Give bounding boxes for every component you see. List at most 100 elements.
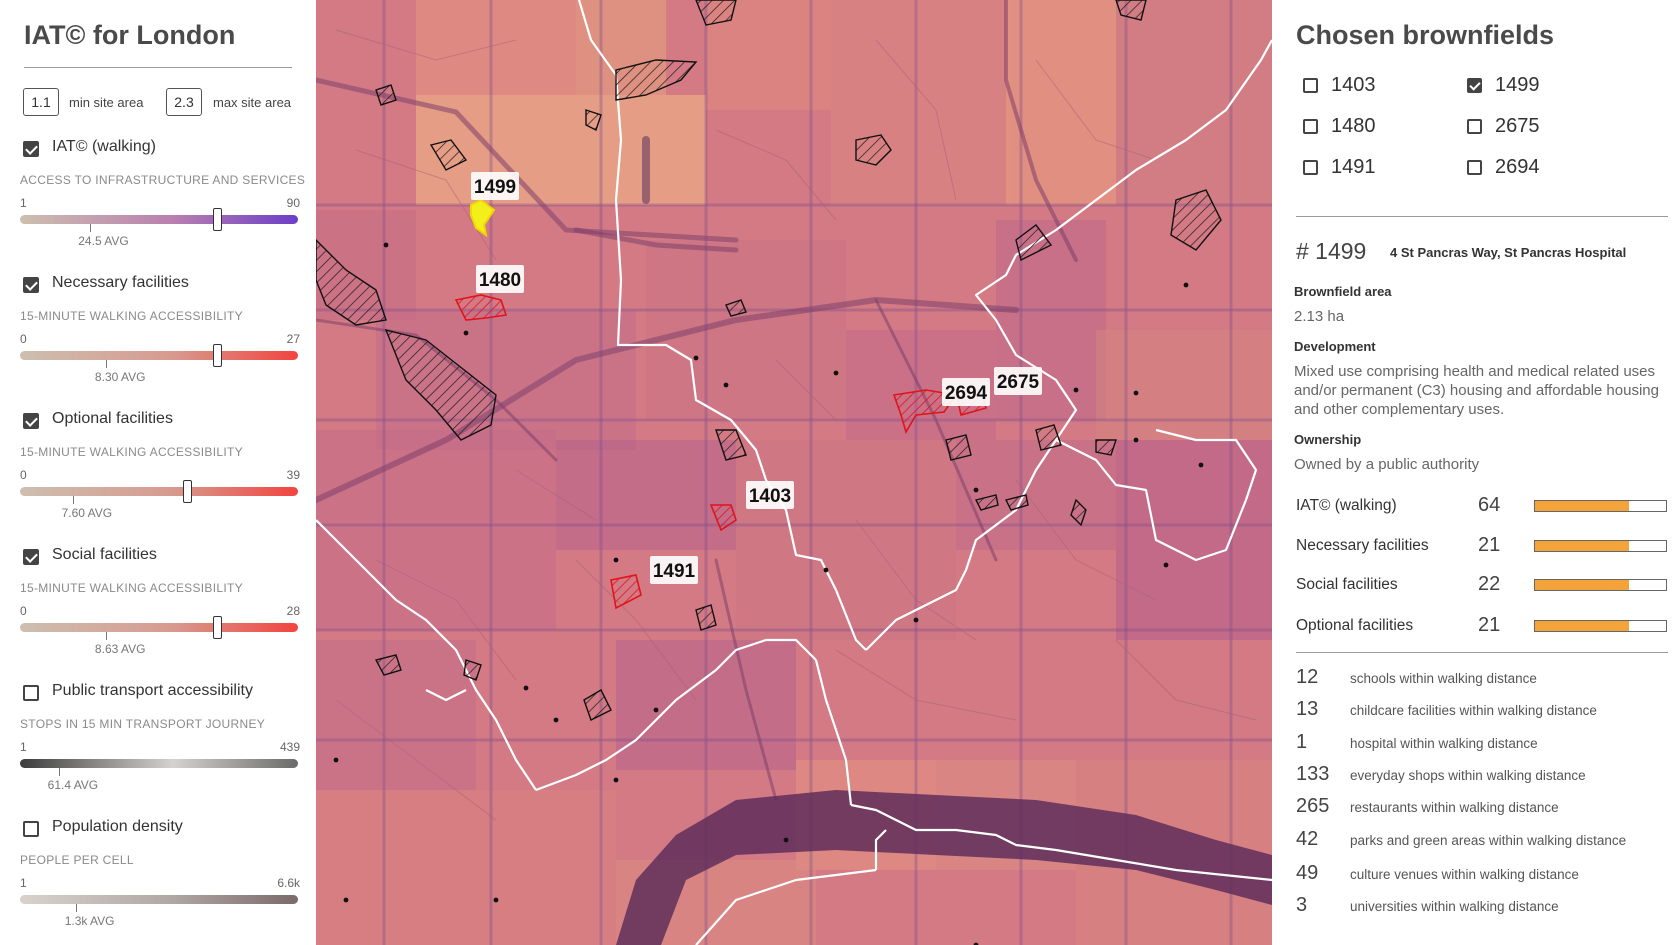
range-max: 439 [279,740,300,754]
brownfield-checkbox[interactable] [1467,78,1482,93]
range-max: 90 [286,196,300,210]
count-value: 49 [1296,862,1319,884]
divider [24,67,292,68]
layer-name[interactable]: Public transport accessibility [52,682,253,700]
range-max: 28 [286,604,300,618]
brownfield-checkbox[interactable] [1303,119,1318,134]
map-view[interactable]: 1499 1480 2694 2675 1403 1491 [316,0,1272,945]
count-value: 12 [1296,666,1319,688]
brownfield-item-1491[interactable]: 1491 [1303,156,1453,182]
metric-bar [1534,620,1667,632]
brownfield-checkbox[interactable] [1467,119,1482,134]
brownfield-checkbox[interactable] [1303,78,1318,93]
range-max: 27 [286,332,300,346]
development-text: Mixed use comprising health and medical … [1294,363,1659,418]
area-heading: Brownfield area [1294,284,1392,299]
count-label: childcare facilities within walking dist… [1350,703,1597,718]
max-site-area-input[interactable]: 2.3 [166,88,202,116]
brownfield-item-2675[interactable]: 2675 [1467,115,1617,141]
range-slider-track[interactable] [20,351,298,360]
site-label-2675[interactable]: 2675 [994,367,1042,395]
count-label: restaurants within walking distance [1350,800,1559,815]
layer-name[interactable]: Necessary facilities [52,274,189,292]
metric-name: IAT© (walking) [1296,497,1397,514]
brownfield-item-1480[interactable]: 1480 [1303,115,1453,141]
layer-checkbox[interactable] [23,141,39,157]
range-slider-handle[interactable] [213,208,223,231]
layer-checkbox[interactable] [23,549,39,565]
site-label-1480[interactable]: 1480 [476,265,524,293]
svg-text:1403: 1403 [749,486,791,507]
range-slider-track[interactable] [20,623,298,632]
brownfield-id: 2675 [1495,115,1540,137]
ownership-heading: Ownership [1294,432,1362,447]
count-value: 265 [1296,795,1330,817]
ownership-text: Owned by a public authority [1294,456,1480,473]
area-value: 2.13 ha [1294,308,1345,325]
layer-name[interactable]: Social facilities [52,546,157,564]
count-label: hospital within walking distance [1350,736,1538,751]
development-heading: Development [1294,339,1376,354]
metric-name: Optional facilities [1296,617,1414,634]
range-slider-track[interactable] [20,215,298,224]
avg-tick [58,768,60,776]
brownfield-item-1403[interactable]: 1403 [1303,74,1453,100]
avg-tick [75,904,77,912]
layer-subtitle: STOPS IN 15 MIN TRANSPORT JOURNEY [20,717,266,731]
count-label: schools within walking distance [1350,671,1537,686]
layer-name[interactable]: Optional facilities [52,410,173,428]
range-slider-track[interactable] [20,759,298,768]
range-min: 0 [20,468,27,482]
layer-subtitle: ACCESS TO INFRASTRUCTURE AND SERVICES [20,173,306,187]
count-label: parks and green areas within walking dis… [1350,833,1627,848]
svg-text:1499: 1499 [474,177,516,198]
min-site-area-input[interactable]: 1.1 [23,88,59,116]
site-label-1499[interactable]: 1499 [471,172,519,200]
layer-checkbox[interactable] [23,685,39,701]
range-max: 39 [286,468,300,482]
count-value: 42 [1296,828,1319,850]
count-label: everyday shops within walking distance [1350,768,1586,783]
metric-bar-fill [1535,501,1630,511]
map-canvas[interactable]: 1499 1480 2694 2675 1403 1491 [316,0,1272,945]
range-slider-track[interactable] [20,895,298,904]
avg-label: 8.30 AVG [94,370,146,384]
svg-text:1480: 1480 [479,270,521,291]
metric-bar [1534,540,1667,552]
range-slider-track[interactable] [20,487,298,496]
range-min: 1 [20,876,27,890]
avg-tick [106,360,108,368]
brownfield-id: 2694 [1495,156,1540,178]
layer-name[interactable]: Population density [52,818,183,836]
metric-bar-fill [1535,580,1630,590]
avg-label: 8.63 AVG [94,642,146,656]
brownfield-id: 1499 [1495,74,1540,96]
svg-text:2694: 2694 [945,383,988,404]
layer-checkbox[interactable] [23,277,39,293]
metric-bar [1534,579,1667,591]
layer-checkbox[interactable] [23,413,39,429]
layer-checkbox[interactable] [23,821,39,837]
range-slider-handle[interactable] [213,616,223,639]
layer-subtitle: 15-MINUTE WALKING ACCESSIBILITY [20,445,243,459]
layer-name[interactable]: IAT© (walking) [52,138,156,156]
layer-subtitle: PEOPLE PER CELL [20,853,134,867]
brownfield-checkbox[interactable] [1467,160,1482,175]
site-label-2694[interactable]: 2694 [942,378,990,406]
site-address: 4 St Pancras Way, St Pancras Hospital [1390,245,1627,260]
brownfield-item-2694[interactable]: 2694 [1467,156,1617,182]
layer-4: Public transport accessibility STOPS IN 1… [20,682,300,802]
max-site-area-label: max site area [213,95,292,110]
count-label: universities within walking distance [1350,899,1559,914]
brownfield-checkbox[interactable] [1303,160,1318,175]
brownfield-item-1499[interactable]: 1499 [1467,74,1617,100]
layers-panel: IAT© for London 1.1 min site area 2.3 ma… [0,0,316,945]
site-label-1491[interactable]: 1491 [650,556,698,584]
min-site-area-label: min site area [69,95,144,110]
brownfield-id: 1491 [1331,156,1376,178]
range-slider-handle[interactable] [182,480,192,503]
metric-value: 64 [1478,494,1501,516]
range-slider-handle[interactable] [213,344,223,367]
brownfield-id: 1480 [1331,115,1376,137]
site-label-1403[interactable]: 1403 [746,481,794,509]
